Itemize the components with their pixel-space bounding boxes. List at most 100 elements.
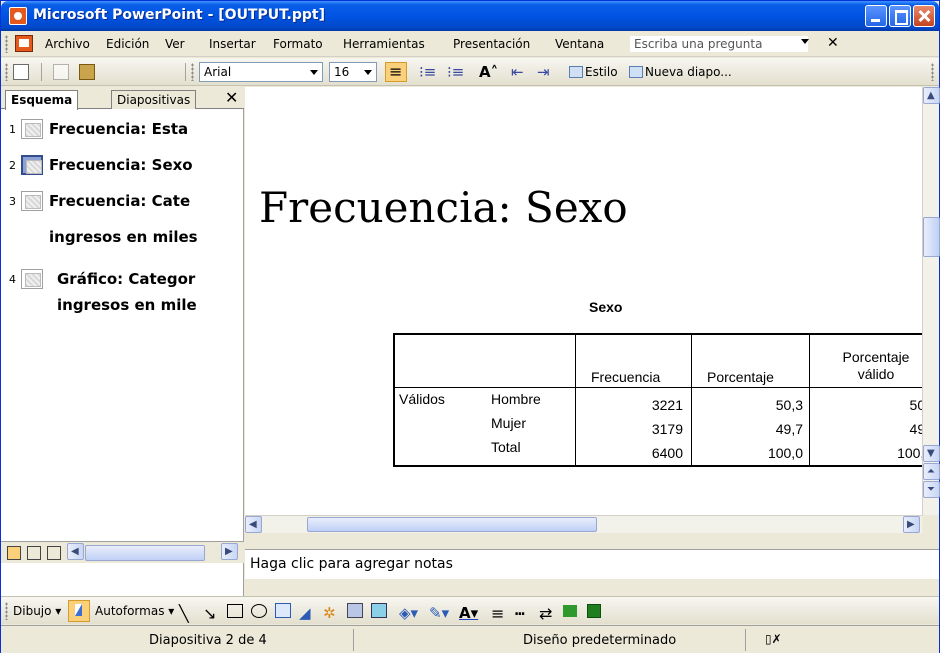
autoformas-menu[interactable]: Autoformas ▾ bbox=[95, 604, 174, 618]
slide-title[interactable]: Frecuencia: Sexo bbox=[259, 183, 628, 232]
font-size-select[interactable]: 16 bbox=[329, 62, 377, 82]
toolbar-grip[interactable] bbox=[191, 63, 194, 81]
slide-thumb-icon[interactable] bbox=[21, 119, 43, 139]
slide-sorter-icon[interactable] bbox=[27, 546, 41, 560]
menu-presentacion[interactable]: Presentación bbox=[453, 37, 530, 51]
separator bbox=[41, 63, 42, 81]
horizontal-scroll-thumb[interactable] bbox=[307, 517, 597, 532]
ask-question-input[interactable]: Escriba una pregunta bbox=[629, 35, 809, 53]
close-button[interactable] bbox=[913, 5, 935, 27]
vertical-scrollbar[interactable]: ▲ ▼ ⏶ ⏷ bbox=[922, 87, 940, 515]
powerpoint-app-icon[interactable] bbox=[9, 7, 27, 25]
tab-esquema[interactable]: Esquema bbox=[5, 90, 79, 110]
document-icon[interactable] bbox=[15, 35, 33, 52]
rectangle-icon[interactable] bbox=[227, 604, 243, 618]
ask-dropdown-icon[interactable] bbox=[801, 39, 809, 44]
decrease-indent-icon[interactable]: ⇤ bbox=[511, 63, 524, 81]
dibujo-menu[interactable]: Dibujo ▾ bbox=[13, 604, 61, 618]
vertical-scroll-thumb[interactable] bbox=[923, 217, 940, 257]
new-slide-button[interactable]: Nueva diapo... bbox=[629, 65, 732, 85]
powerpoint-window: Microsoft PowerPoint - [OUTPUT.ppt] Arch… bbox=[0, 0, 940, 653]
font-color-icon[interactable]: A▾ bbox=[459, 604, 478, 622]
fill-color-icon[interactable]: ◈▾ bbox=[399, 604, 418, 622]
increase-indent-icon[interactable]: ⇥ bbox=[537, 63, 550, 81]
new-document-icon[interactable] bbox=[13, 64, 29, 80]
line-icon[interactable]: ╲ bbox=[179, 604, 189, 623]
slide-thumb-icon[interactable] bbox=[21, 191, 43, 211]
scroll-left-button[interactable]: ◀ bbox=[67, 543, 84, 560]
dash-style-icon[interactable]: ┅ bbox=[515, 604, 525, 623]
font-name-select[interactable]: Arial bbox=[199, 62, 323, 82]
design-label: Estilo bbox=[585, 65, 618, 79]
arrow-icon[interactable]: ↘ bbox=[203, 604, 216, 623]
outline-list[interactable]: 1 Frecuencia: Esta 2 Frecuencia: Sexo 3 … bbox=[1, 109, 244, 541]
scroll-right-button[interactable]: ▶ bbox=[221, 543, 238, 560]
chevron-left-icon: ◀ bbox=[249, 519, 257, 530]
outline-hscroll-thumb[interactable] bbox=[85, 545, 205, 561]
outline-text: Gráfico: Categor bbox=[57, 270, 196, 288]
toolbar-grip[interactable] bbox=[5, 602, 8, 620]
toolbar-grip[interactable] bbox=[5, 63, 8, 81]
new-slide-icon bbox=[629, 66, 643, 78]
menu-formato[interactable]: Formato bbox=[273, 37, 323, 51]
horizontal-scrollbar[interactable]: ◀ ▶ bbox=[245, 515, 922, 533]
outline-number: 2 bbox=[9, 159, 16, 172]
copy-icon[interactable] bbox=[53, 64, 69, 80]
oval-icon[interactable] bbox=[251, 604, 267, 618]
select-objects-button[interactable] bbox=[68, 600, 90, 622]
menu-insertar[interactable]: Insertar bbox=[209, 37, 256, 51]
textbox-icon[interactable] bbox=[275, 603, 291, 618]
numbered-list-icon[interactable]: ⁝≡ bbox=[419, 63, 436, 81]
minimize-button[interactable] bbox=[865, 5, 887, 27]
toolbar-options-grip[interactable] bbox=[931, 63, 934, 81]
outline-text: Frecuencia: Sexo bbox=[49, 156, 193, 174]
wordart-icon[interactable]: ◢ bbox=[299, 604, 311, 622]
align-left-button[interactable] bbox=[385, 62, 407, 82]
menu-ver[interactable]: Ver bbox=[165, 37, 185, 51]
scroll-left-button[interactable]: ◀ bbox=[245, 516, 262, 533]
scroll-up-button[interactable]: ▲ bbox=[923, 87, 940, 104]
cell-frecuencia: 3179 bbox=[651, 421, 683, 437]
menubar-grip[interactable] bbox=[5, 35, 8, 53]
diagram-icon[interactable]: ✲ bbox=[323, 604, 336, 622]
design-button[interactable]: Estilo bbox=[569, 65, 618, 85]
line-color-icon[interactable]: ✎▾ bbox=[429, 604, 449, 622]
window-title: Microsoft PowerPoint - [OUTPUT.ppt] bbox=[33, 7, 325, 23]
arrow-style-icon[interactable]: ⇄ bbox=[539, 604, 552, 623]
scroll-right-button[interactable]: ▶ bbox=[903, 516, 920, 533]
maximize-button[interactable] bbox=[889, 5, 911, 27]
close-pane-icon[interactable]: ✕ bbox=[225, 88, 238, 107]
cell-porcentaje: 50,3 bbox=[775, 397, 803, 413]
menu-archivo[interactable]: Archivo bbox=[45, 37, 90, 51]
line-style-icon[interactable]: ≡ bbox=[491, 604, 504, 623]
bulleted-list-icon[interactable]: ⁝≡ bbox=[447, 63, 464, 81]
slide-thumb-icon[interactable] bbox=[21, 155, 43, 175]
slide-canvas[interactable]: Frecuencia: Sexo Sexo Frecuencia Porcent… bbox=[245, 87, 922, 515]
menu-ventana[interactable]: Ventana bbox=[555, 37, 604, 51]
spelling-check-icon[interactable]: ▯✗ bbox=[765, 632, 782, 646]
slideshow-icon[interactable] bbox=[47, 546, 61, 560]
paste-icon[interactable] bbox=[79, 64, 95, 80]
3d-icon[interactable] bbox=[587, 604, 601, 618]
picture-icon[interactable] bbox=[371, 603, 387, 618]
scroll-down-button[interactable]: ▼ bbox=[923, 445, 940, 462]
shadow-icon[interactable] bbox=[563, 605, 577, 617]
clipart-icon[interactable] bbox=[347, 603, 363, 618]
chevron-down-icon: ▼ bbox=[927, 448, 935, 459]
normal-view-icon[interactable] bbox=[7, 546, 21, 560]
tab-diapositivas[interactable]: Diapositivas bbox=[111, 90, 197, 109]
outline-number: 1 bbox=[9, 123, 16, 136]
menu-edicion[interactable]: Edición bbox=[106, 37, 149, 51]
title-bar[interactable]: Microsoft PowerPoint - [OUTPUT.ppt] bbox=[1, 1, 939, 31]
notes-placeholder[interactable]: Haga clic para agregar notas bbox=[250, 556, 453, 572]
menu-herramientas[interactable]: Herramientas bbox=[343, 37, 425, 51]
slide-thumb-icon[interactable] bbox=[21, 269, 43, 289]
row-label: Total bbox=[491, 439, 521, 455]
increase-font-icon[interactable]: A˄ bbox=[479, 63, 498, 81]
next-slide-button[interactable]: ⏷ bbox=[923, 481, 940, 498]
document-close-icon[interactable]: ✕ bbox=[827, 35, 839, 51]
frequency-table[interactable]: Frecuencia Porcentaje Porcentaje válido … bbox=[393, 333, 922, 467]
outline-text: Frecuencia: Esta bbox=[49, 120, 189, 138]
notes-pane[interactable]: Haga clic para agregar notas bbox=[245, 549, 939, 579]
previous-slide-button[interactable]: ⏶ bbox=[923, 463, 940, 480]
